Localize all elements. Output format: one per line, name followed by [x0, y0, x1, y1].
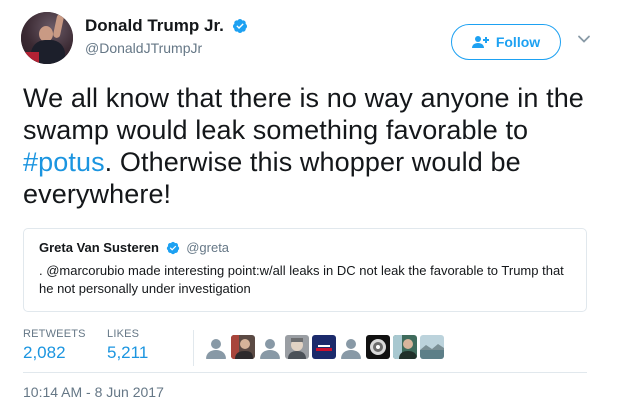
- tweet-text-before: We all know that there is no way anyone …: [23, 83, 584, 145]
- liker-avatar[interactable]: [393, 335, 417, 359]
- timestamp-divider: [23, 372, 587, 373]
- liker-avatar[interactable]: [339, 335, 363, 359]
- follow-button[interactable]: Follow: [451, 24, 561, 60]
- follow-button-label: Follow: [495, 34, 541, 50]
- tweet-timestamp[interactable]: 10:14 AM - 8 Jun 2017: [23, 384, 164, 400]
- retweets-stat[interactable]: RETWEETS 2,082: [23, 328, 86, 363]
- tweet-text: We all know that there is no way anyone …: [23, 82, 603, 210]
- quoted-author-name[interactable]: Greta Van Susteren: [39, 240, 159, 255]
- add-user-icon: [471, 36, 489, 48]
- stats-divider: [193, 330, 194, 366]
- likes-count[interactable]: 5,211: [107, 343, 148, 363]
- author-display-name[interactable]: Donald Trump Jr.: [85, 16, 224, 36]
- hashtag-link[interactable]: #potus: [23, 147, 105, 177]
- likes-label: LIKES: [107, 328, 140, 340]
- liker-avatar[interactable]: [204, 335, 228, 359]
- verified-badge-icon: [166, 241, 179, 254]
- likes-stat[interactable]: LIKES 5,211: [107, 328, 148, 363]
- liker-avatar[interactable]: [366, 335, 390, 359]
- verified-badge-icon: [233, 19, 248, 33]
- quoted-tweet-text: . @marcorubio made interesting point:w/a…: [39, 263, 564, 297]
- author-avatar[interactable]: [21, 12, 73, 64]
- author-handle[interactable]: @DonaldJTrumpJr: [85, 40, 248, 56]
- chevron-down-icon[interactable]: [577, 32, 591, 46]
- liker-avatar[interactable]: [258, 335, 282, 359]
- liker-avatar[interactable]: [231, 335, 255, 359]
- tweet-header: Donald Trump Jr. @DonaldJTrumpJr Follow: [21, 12, 601, 64]
- liker-avatar[interactable]: [285, 335, 309, 359]
- author-names[interactable]: Donald Trump Jr. @DonaldJTrumpJr: [85, 16, 248, 56]
- liker-avatar[interactable]: [420, 335, 444, 359]
- retweets-count[interactable]: 2,082: [23, 343, 86, 363]
- retweets-label: RETWEETS: [23, 328, 86, 340]
- quoted-tweet[interactable]: Greta Van Susteren @greta . @marcorubio …: [23, 228, 587, 312]
- quoted-author-handle[interactable]: @greta: [186, 240, 229, 255]
- liker-avatar[interactable]: [312, 335, 336, 359]
